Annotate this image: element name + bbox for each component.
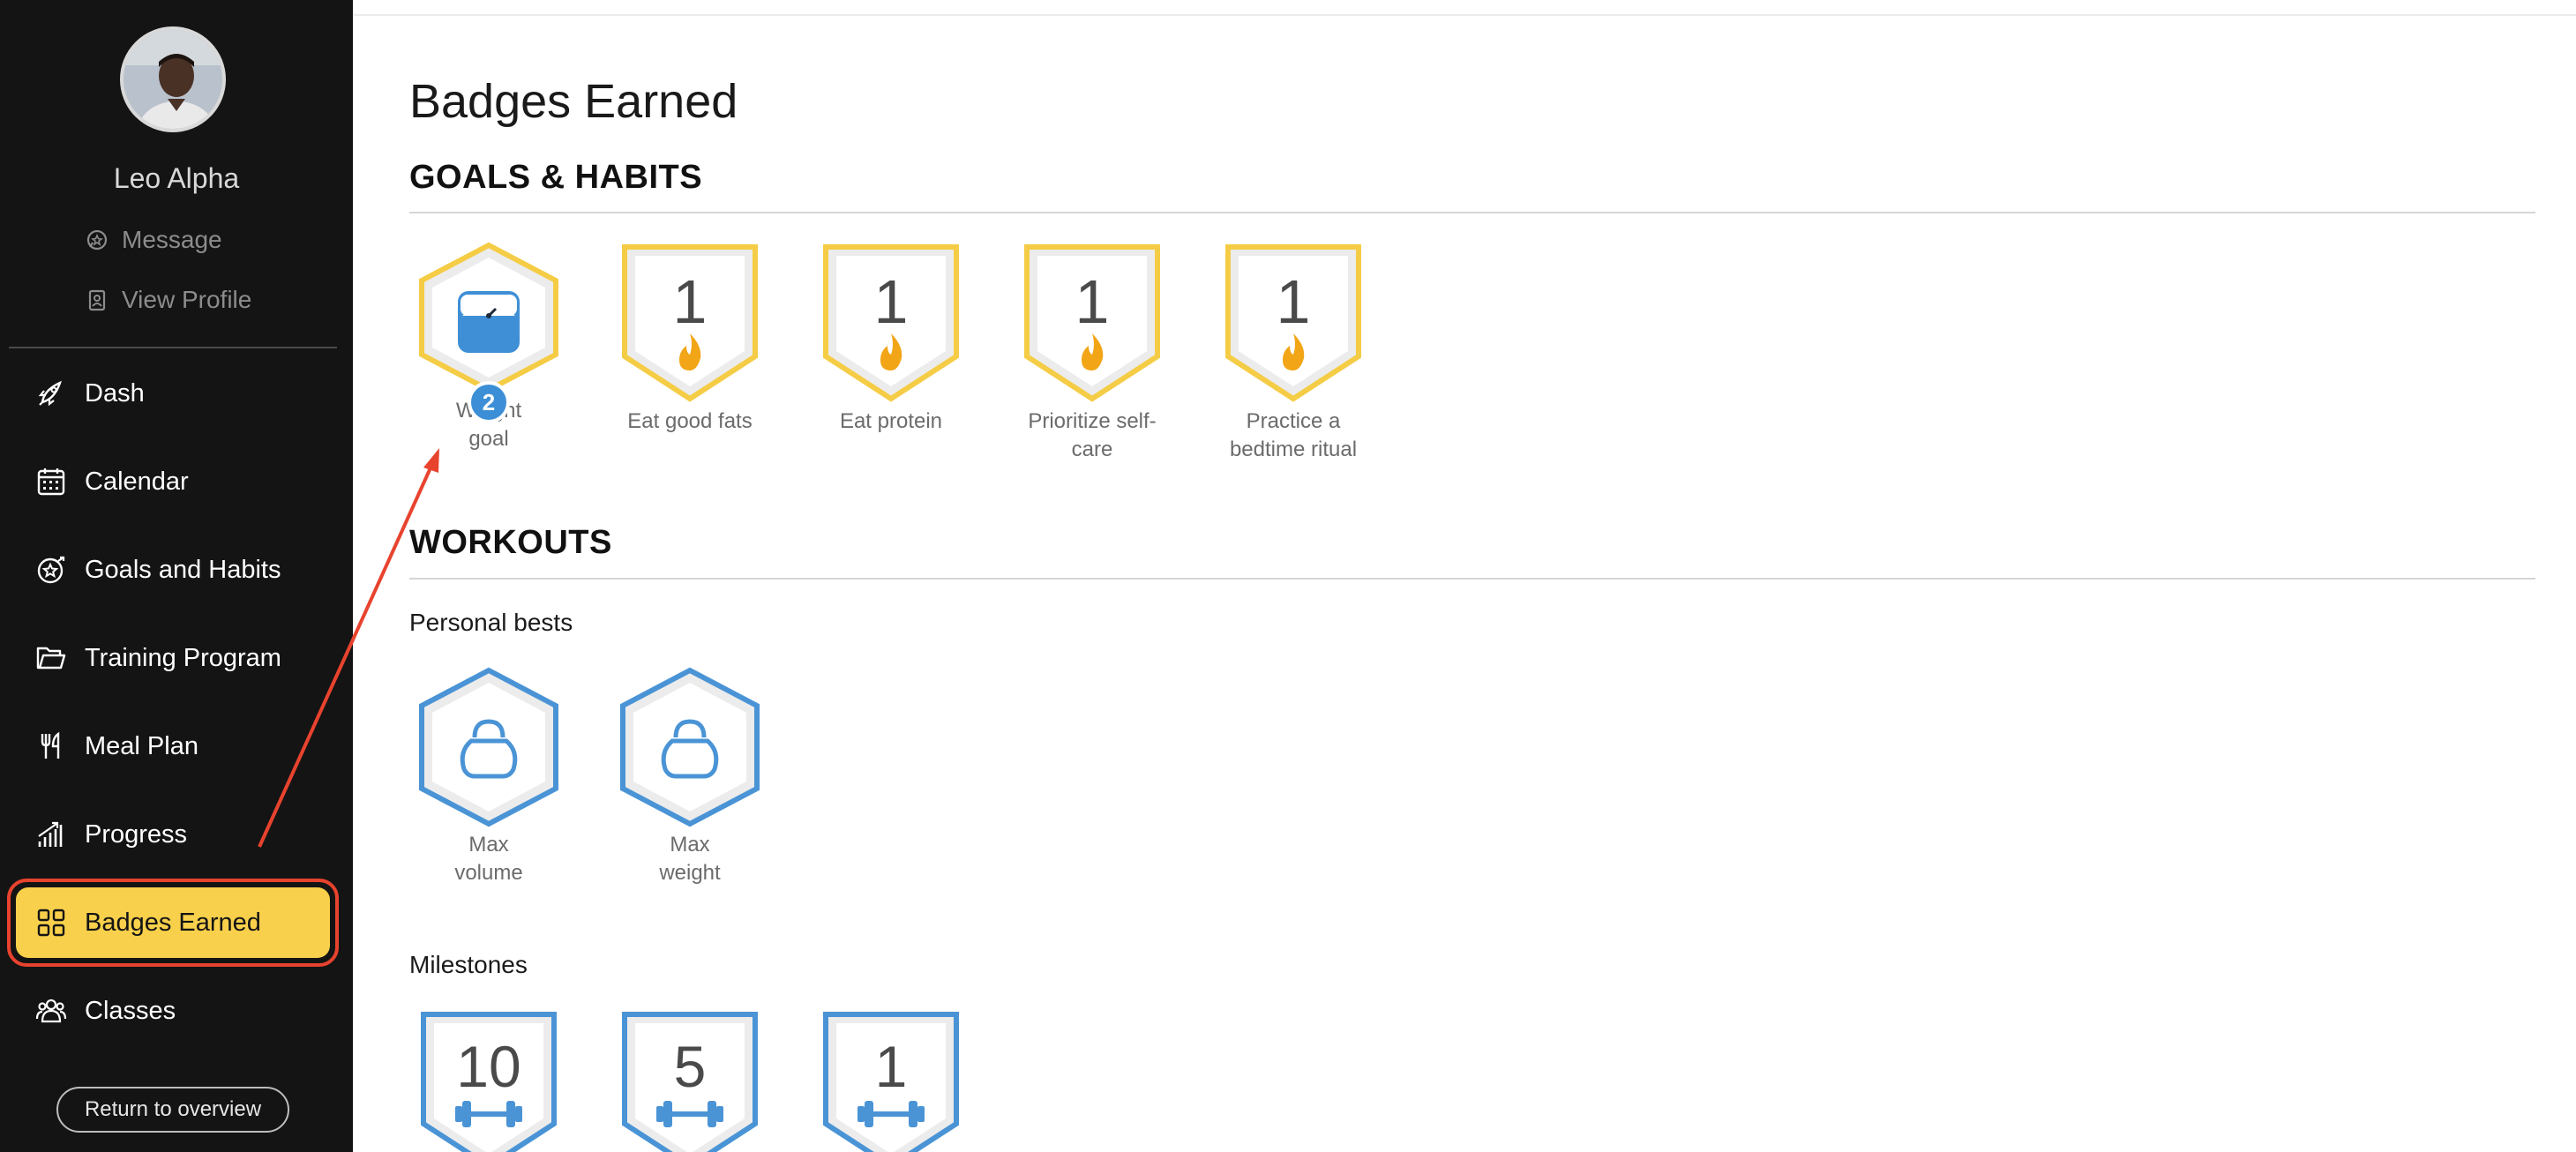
badge-max-weight[interactable]: Max weight [610,667,769,887]
svg-text:1: 1 [673,267,708,336]
badge-hexagon-gold [419,242,558,393]
group-icon [34,993,69,1029]
sidebar-item-calendar[interactable]: Calendar [16,446,330,517]
badge-milestone[interactable]: 5 [610,1009,769,1152]
badge-milestone[interactable]: 10 [409,1009,568,1152]
badge-weight-goal[interactable]: 2 Weight goal [409,242,568,453]
badge-shield-gold: 1 [622,244,758,402]
subtitle-milestones: Milestones [409,951,528,978]
section-divider [409,578,2535,580]
sidebar-item-label: Dash [85,378,145,408]
avatar[interactable] [120,26,226,132]
badge-eat-good-fats[interactable]: 1 Eat good fats [610,242,769,436]
sidebar: Leo Alpha Message View Profile Dash Cale… [0,0,353,1152]
scale-icon [458,291,520,353]
svg-text:1: 1 [1277,267,1311,336]
badge-eat-protein[interactable]: 1 Eat protein [812,242,970,436]
badge-label: Max volume [454,833,523,885]
sidebar-item-label: Meal Plan [85,731,198,760]
view-profile-link[interactable]: View Profile [85,281,251,319]
section-divider [409,212,2535,213]
sidebar-item-classes[interactable]: Classes [16,976,330,1046]
sidebar-item-dash[interactable]: Dash [16,358,330,429]
sidebar-item-label: Classes [85,996,176,1025]
return-to-overview-button[interactable]: Return to overview [56,1087,289,1133]
sidebar-item-training-program[interactable]: Training Program [16,623,330,693]
badge-practice-bedtime-ritual[interactable]: 1 Practice a bedtime ritual [1214,242,1373,464]
star-target-icon [34,552,69,587]
badge-milestone[interactable]: 1 [812,1009,970,1152]
badge-shield-blue: 10 [421,1012,557,1152]
badge-label: Practice a bedtime ritual [1229,409,1358,461]
section-title-workouts: WORKOUTS [409,524,612,561]
main-content: Badges Earned GOALS & HABITS 2 Weight go… [353,0,2576,1152]
message-link[interactable]: Message [85,221,222,259]
profile-card-icon [88,289,106,311]
page-title: Badges Earned [409,75,738,128]
highlight-outline [7,879,339,967]
badge-label: Eat protein [839,409,943,433]
calendar-icon [34,464,69,499]
badge-label: Prioritize self- care [1028,409,1157,461]
section-title-goals-habits: GOALS & HABITS [409,159,703,196]
badge-count-bubble: 2 [468,381,510,423]
badge-shield-blue: 5 [622,1012,758,1152]
avatar-photo-icon [124,30,222,129]
badge-shield-blue: 1 [823,1012,959,1152]
rocket-icon [34,376,69,411]
badge-shield-gold: 1 [1024,244,1160,402]
badge-hexagon-blue [620,667,760,827]
sidebar-item-label: Progress [85,819,188,849]
svg-text:10: 10 [456,1034,520,1099]
subtitle-personal-bests: Personal bests [409,609,573,636]
svg-text:5: 5 [674,1034,707,1099]
sidebar-item-label: Goals and Habits [85,555,281,584]
message-link-label: Message [122,226,222,253]
bar-chart-icon [34,817,69,852]
badge-shield-gold: 1 [1225,244,1361,402]
user-name: Leo Alpha [113,162,240,194]
view-profile-label: View Profile [122,286,252,313]
chat-icon [86,229,108,251]
sidebar-item-label: Calendar [85,467,189,496]
badge-shield-gold: 1 [823,244,959,402]
badge-prioritize-self-care[interactable]: 1 Prioritize self- care [1013,242,1172,464]
sidebar-item-progress[interactable]: Progress [16,799,330,870]
sidebar-item-label: Training Program [85,643,281,672]
fork-knife-icon [34,729,69,764]
svg-text:1: 1 [874,267,909,336]
folder-icon [34,640,69,676]
svg-text:1: 1 [1075,267,1110,336]
svg-text:1: 1 [875,1034,908,1099]
badge-max-volume[interactable]: Max volume [409,667,568,887]
sidebar-item-meal-plan[interactable]: Meal Plan [16,711,330,782]
badge-label: Eat good fats [627,409,753,433]
sidebar-item-goals-and-habits[interactable]: Goals and Habits [16,535,330,605]
top-divider [353,14,2576,16]
sidebar-divider [9,347,337,348]
badge-hexagon-blue [419,667,558,827]
badge-label: Max weight [659,833,721,885]
